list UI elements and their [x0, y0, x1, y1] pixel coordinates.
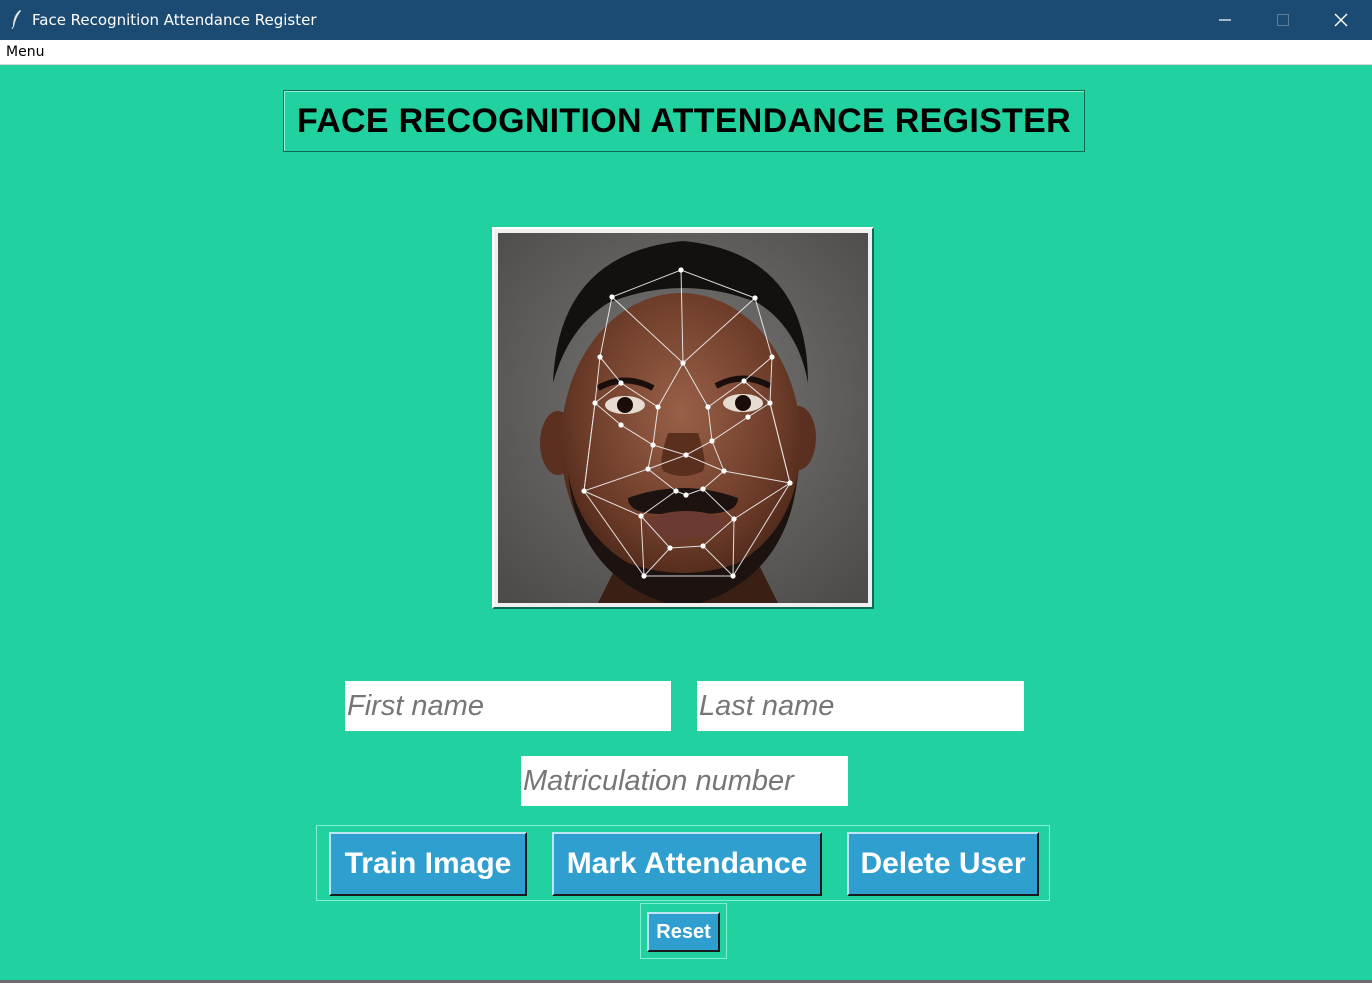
delete-user-button[interactable]: Delete User [847, 832, 1039, 896]
window-titlebar: Face Recognition Attendance Register [0, 0, 1372, 40]
close-icon [1334, 13, 1348, 27]
maximize-icon [1277, 14, 1289, 26]
last-name-field[interactable] [697, 681, 1024, 731]
reset-button-group: Reset [640, 903, 727, 959]
face-mesh-photo [498, 233, 868, 603]
minimize-icon [1219, 19, 1231, 21]
first-name-field[interactable] [345, 681, 671, 731]
page-title: FACE RECOGNITION ATTENDANCE REGISTER [297, 101, 1071, 140]
menu-item-menu[interactable]: Menu [6, 44, 44, 60]
window-title: Face Recognition Attendance Register [32, 11, 317, 29]
reset-button[interactable]: Reset [647, 912, 720, 952]
feather-icon [11, 10, 21, 29]
matriculation-number-field[interactable] [521, 756, 848, 806]
close-button[interactable] [1312, 0, 1370, 40]
action-button-group: Train Image Mark Attendance Delete User [316, 825, 1050, 901]
heading-frame: FACE RECOGNITION ATTENDANCE REGISTER [283, 90, 1085, 152]
maximize-button[interactable] [1254, 0, 1312, 40]
face-image-frame [492, 227, 874, 609]
train-image-button[interactable]: Train Image [329, 832, 527, 896]
mark-attendance-button[interactable]: Mark Attendance [552, 832, 822, 896]
minimize-button[interactable] [1196, 0, 1254, 40]
menubar: Menu [0, 40, 1372, 65]
